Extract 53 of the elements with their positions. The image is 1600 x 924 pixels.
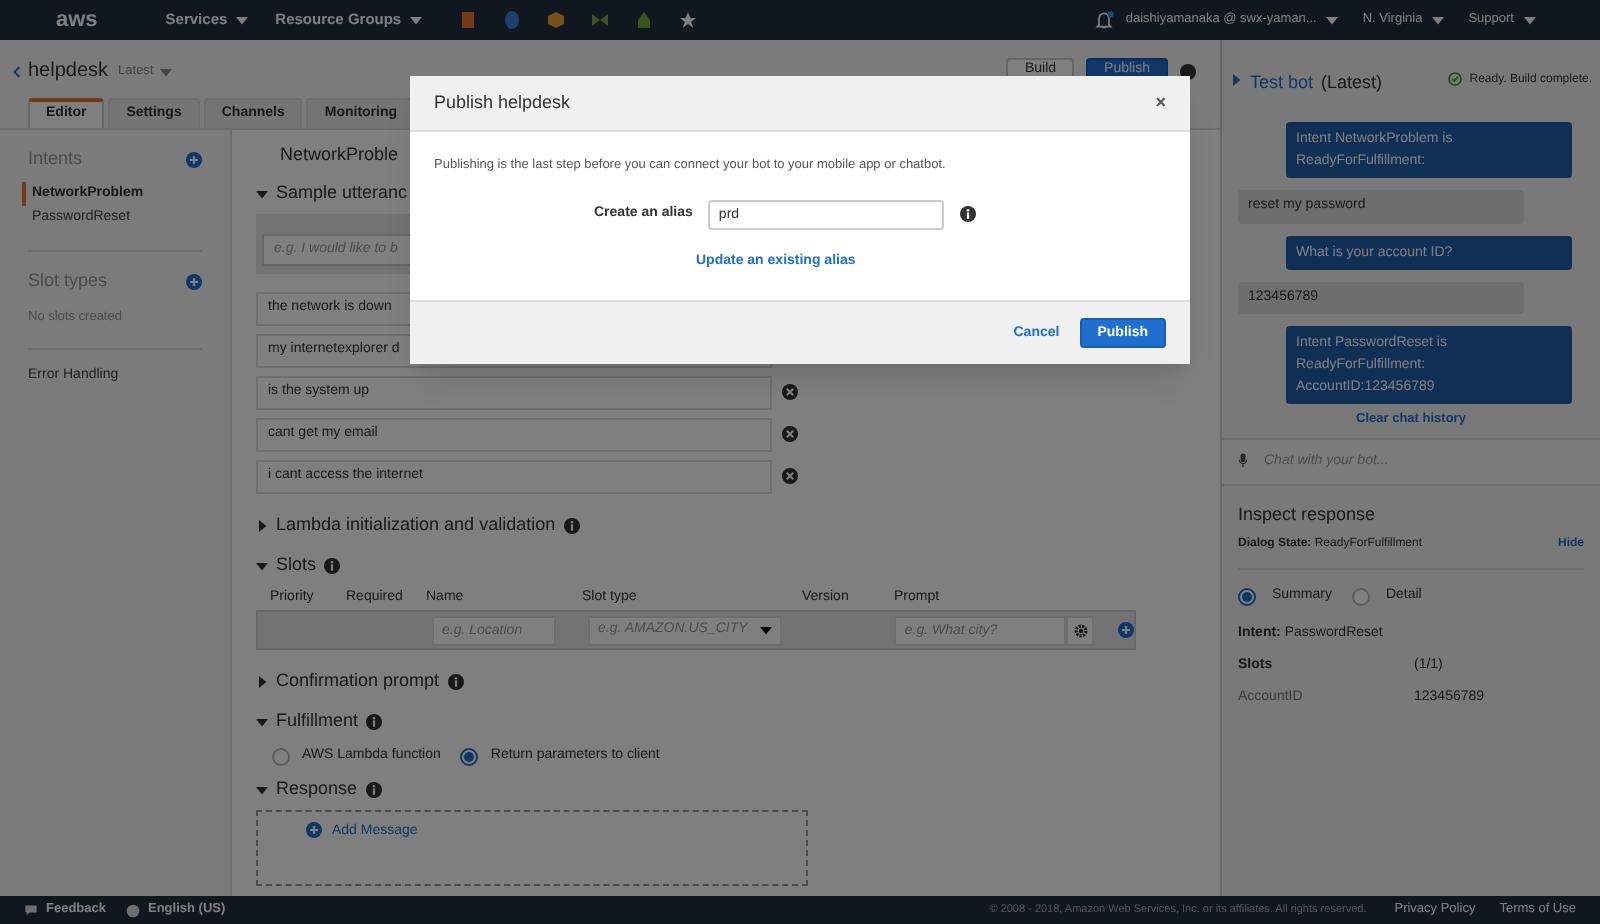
section-title[interactable]: Confirmation prompt [276,668,440,696]
caret-icon [256,716,268,728]
version-label: (Latest) [1321,70,1383,96]
dialog-title: Publish helpdesk [434,89,571,116]
panel-title[interactable]: Test bot [1250,70,1314,97]
radio-button[interactable] [272,747,290,765]
service-icon[interactable] [589,10,610,30]
service-icon[interactable] [633,10,654,30]
settings-button[interactable] [1066,615,1094,645]
caret-icon [159,65,172,77]
inspect-title: Inspect response [1238,501,1378,528]
add-icon[interactable] [306,822,322,838]
bell-icon[interactable] [1093,10,1114,30]
caret-icon [409,14,422,26]
delete-icon[interactable] [782,426,798,442]
close-button[interactable]: × [1155,89,1166,117]
service-icon[interactable] [545,10,566,30]
caret-icon [256,560,268,572]
microphone-icon[interactable] [1238,452,1248,471]
intent-name: NetworkProble [280,142,399,169]
add-icon[interactable] [186,152,202,168]
radio-button[interactable] [1238,588,1256,606]
info-icon[interactable] [960,206,977,223]
section-title[interactable]: Fulfillment [276,708,359,736]
settings-icon [1073,623,1088,637]
radio-button[interactable] [460,747,479,765]
section-title[interactable]: Lambda initialization and validation [276,512,556,540]
service-icon[interactable] [677,10,698,30]
check-icon [1447,72,1462,86]
logo[interactable]: aws [56,3,98,37]
back-icon[interactable] [12,63,22,79]
bot-name: helpdesk [28,58,109,86]
caret-icon [1432,14,1445,26]
add-icon[interactable] [1118,622,1134,638]
caret-icon [235,14,248,26]
caret-icon [256,520,268,532]
caret-icon [760,624,773,636]
section-title[interactable]: Slots [276,552,317,580]
caret-icon [256,188,268,200]
caret-icon [1326,14,1339,26]
caret-icon [256,784,268,796]
service-icon[interactable] [457,10,478,30]
add-icon[interactable] [186,274,202,290]
globe-icon [126,903,140,917]
radio-button[interactable] [1351,588,1370,606]
caret-icon [1230,74,1242,86]
delete-icon[interactable] [782,468,798,484]
section-title[interactable]: Response [276,776,358,804]
caret-icon [1524,14,1536,26]
caret-icon [256,676,268,688]
delete-icon[interactable] [782,384,798,400]
speech-bubble-icon [24,903,38,917]
section-title[interactable]: Sample utteranc [276,180,408,208]
